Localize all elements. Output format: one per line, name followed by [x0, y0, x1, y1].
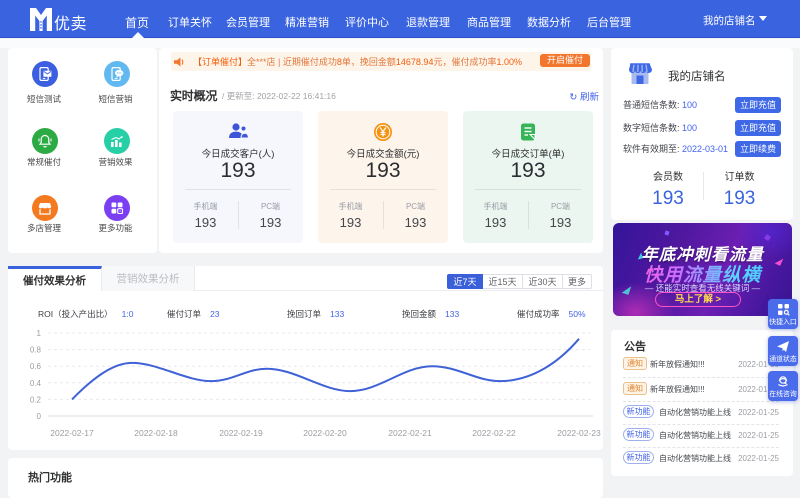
svg-text:0.2: 0.2 [30, 395, 42, 404]
svg-text:2022-02-23: 2022-02-23 [557, 428, 601, 438]
svg-text:2022-02-20: 2022-02-20 [303, 428, 347, 438]
svg-text:2022-02-19: 2022-02-19 [219, 428, 263, 438]
svg-text:2022-02-17: 2022-02-17 [50, 428, 94, 438]
svg-text:0.8: 0.8 [30, 346, 42, 355]
svg-text:2022-02-21: 2022-02-21 [388, 428, 432, 438]
svg-text:0.4: 0.4 [30, 379, 42, 388]
svg-text:0.6: 0.6 [30, 362, 42, 371]
svg-text:2022-02-22: 2022-02-22 [472, 428, 516, 438]
svg-text:1: 1 [37, 329, 42, 338]
svg-text:0: 0 [37, 412, 42, 421]
svg-text:2022-02-18: 2022-02-18 [134, 428, 178, 438]
